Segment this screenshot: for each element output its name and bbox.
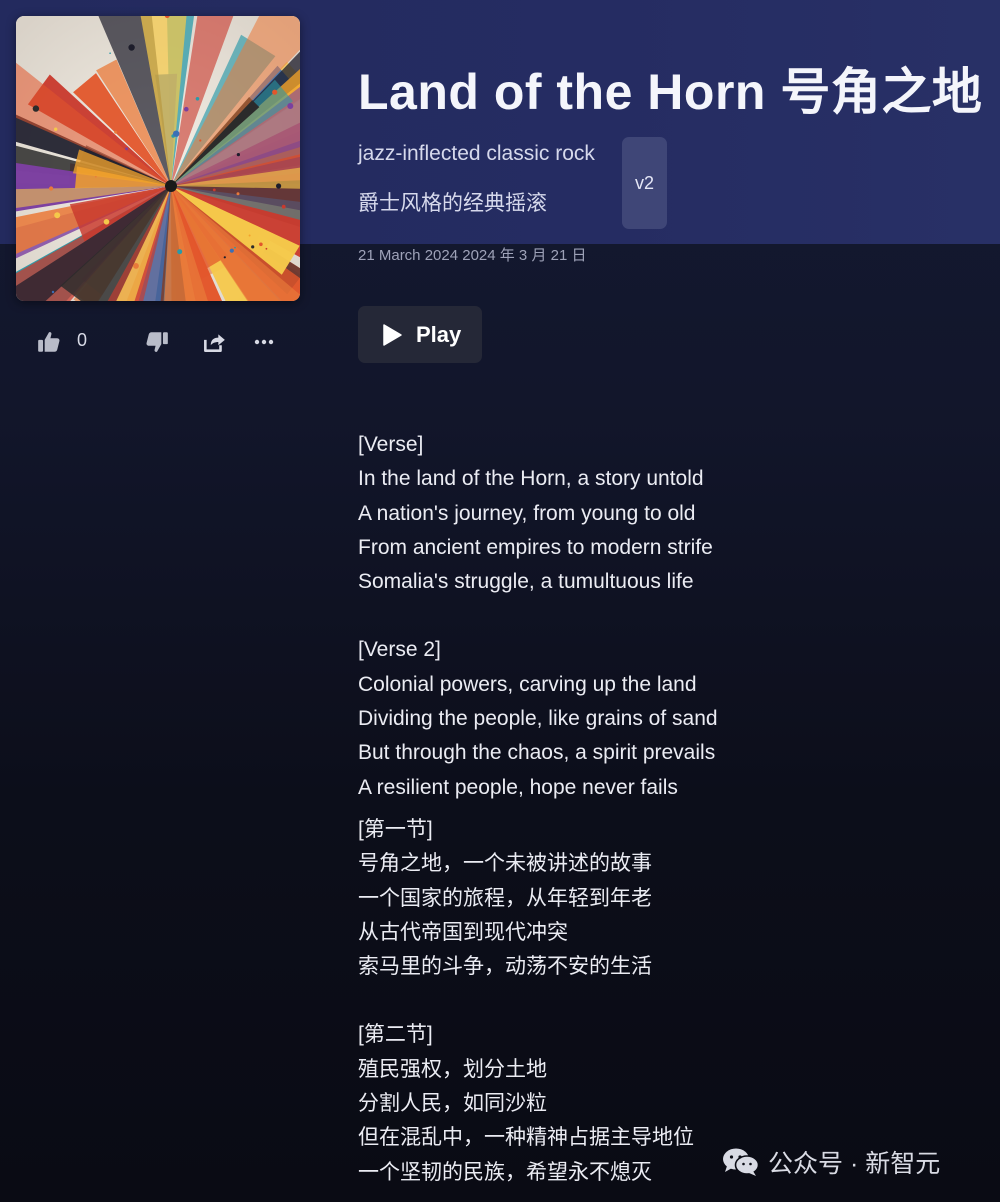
- song-page: 0 Land of the Horn 号角之地 jazz-inflected c…: [0, 0, 1000, 1202]
- play-label: Play: [416, 321, 462, 347]
- thumbs-up-icon[interactable]: [36, 328, 62, 356]
- lyric-line: In the land of the Horn, a story untold: [358, 467, 704, 491]
- lyric-section-header: [第一节]: [358, 817, 433, 841]
- play-icon: [381, 323, 403, 347]
- lyric-line: 从古代帝国到现代冲突: [358, 920, 568, 944]
- like-count: 0: [77, 330, 88, 350]
- watermark: 公众号 · 新智元: [722, 1146, 940, 1178]
- cover-art[interactable]: [16, 16, 300, 301]
- watermark-text: 公众号 · 新智元: [768, 1150, 941, 1178]
- lyric-line: Colonial powers, carving up the land: [358, 672, 697, 696]
- release-date: 21 March 2024 2024 年 3 月 21 日: [358, 247, 587, 264]
- cover-art-image: [16, 16, 300, 301]
- lyric-line: 索马里的斗争，动荡不安的生活: [358, 955, 652, 979]
- lyric-line: A nation's journey, from young to old: [358, 501, 696, 525]
- lyric-section-header: [Verse 2]: [358, 638, 441, 662]
- lyrics: [Verse] In the land of the Horn, a story…: [358, 428, 918, 1190]
- lyric-line: 一个国家的旅程，从年轻到年老: [358, 886, 652, 910]
- lyric-line: 分割人民，如同沙粒: [358, 1092, 547, 1116]
- lyric-line: A resilient people, hope never fails: [358, 775, 678, 799]
- lyric-line: 号角之地，一个未被讲述的故事: [358, 852, 652, 876]
- wechat-icon: [722, 1147, 760, 1177]
- song-title: Land of the Horn 号角之地: [358, 64, 983, 120]
- lyric-line: But through the chaos, a spirit prevails: [358, 741, 716, 765]
- thumbs-down-icon[interactable]: [144, 328, 170, 356]
- version-badge: v2: [622, 137, 667, 229]
- lyric-line: Somalia's struggle, a tumultuous life: [358, 570, 694, 594]
- lyric-spacer: [358, 805, 918, 813]
- lyric-line: From ancient empires to modern strife: [358, 535, 713, 559]
- more-icon[interactable]: [252, 328, 276, 356]
- lyric-section-header: [第二节]: [358, 1023, 433, 1047]
- share-icon[interactable]: [201, 328, 227, 356]
- lyric-spacer: [358, 984, 918, 1018]
- play-button[interactable]: Play: [358, 306, 482, 363]
- lyric-line: 殖民强权，划分土地: [358, 1057, 547, 1081]
- lyric-spacer: [358, 599, 918, 633]
- action-bar: 0: [30, 322, 300, 362]
- style-tags-cn: 爵士风格的经典摇滚: [358, 192, 547, 215]
- lyric-section-header: [Verse]: [358, 433, 424, 456]
- style-tags-en[interactable]: jazz-inflected classic rock: [358, 142, 595, 166]
- lyric-line: Dividing the people, like grains of sand: [358, 707, 718, 731]
